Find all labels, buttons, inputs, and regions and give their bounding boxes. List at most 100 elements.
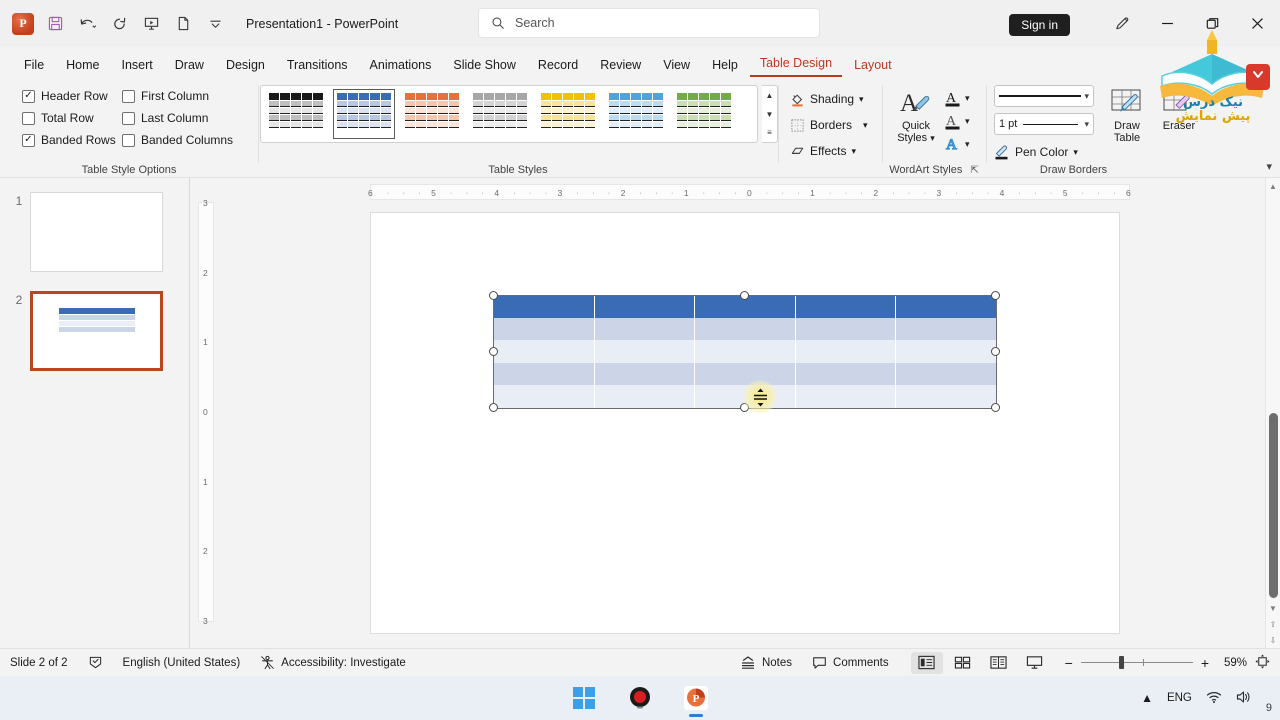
checkbox-banded-rows[interactable]: Banded Rows (22, 129, 122, 151)
quick-styles-button[interactable]: A Quick Styles ▾ (890, 87, 942, 144)
ink-pen-icon[interactable] (1100, 6, 1145, 42)
speaker-icon[interactable] (1236, 690, 1252, 707)
tab-table-design[interactable]: Table Design (749, 53, 843, 77)
eraser-button[interactable]: Eraser (1154, 87, 1204, 132)
accessibility-button[interactable]: Accessibility: Investigate (250, 652, 416, 674)
chevron-down-icon[interactable]: ▾ (965, 93, 970, 104)
table-style-swatch-style-blue[interactable] (333, 89, 395, 139)
chevron-down-icon[interactable]: ▾ (1084, 91, 1089, 102)
horizontal-ruler[interactable]: 6 · · · 5 · · · 4 · · · 3 · · · 2 · · · 1 · · · 0 · · · 1 · · · 2 · · · 3 · · ·… (368, 184, 1131, 200)
next-slide-icon[interactable]: ⇩ (1266, 632, 1280, 648)
pen-style-select[interactable]: ▾ (994, 85, 1094, 107)
tab-draw[interactable]: Draw (165, 55, 214, 77)
wordart-dialog-launcher-icon[interactable]: ⇱ (970, 165, 978, 176)
wifi-icon[interactable] (1206, 690, 1222, 707)
table-style-swatch-style-green[interactable] (673, 89, 735, 139)
slide-counter[interactable]: Slide 2 of 2 (0, 652, 78, 674)
zoom-out-button[interactable]: − (1065, 655, 1073, 671)
customize-qat-icon[interactable] (200, 9, 230, 39)
slide-sorter-button[interactable] (947, 652, 979, 674)
thumbnail-slide-2[interactable]: 2 (8, 291, 163, 371)
shading-button[interactable]: Shading ▾ (786, 86, 872, 112)
gallery-scroll-up-icon[interactable]: ▲ (762, 86, 777, 105)
resize-handle-top-center[interactable] (740, 291, 749, 300)
undo-icon[interactable] (72, 9, 102, 39)
scroll-down-icon[interactable]: ▼ (1266, 600, 1280, 616)
borders-button[interactable]: Borders ▾ (786, 112, 872, 138)
draw-table-button[interactable]: Draw Table (1101, 87, 1153, 144)
windows-start-icon[interactable] (569, 683, 599, 713)
checkbox-header-row[interactable]: Header Row (22, 85, 122, 107)
table-style-swatch-style-lightblue[interactable] (605, 89, 667, 139)
chevron-down-icon[interactable]: ▾ (1073, 147, 1078, 158)
tab-record[interactable]: Record (528, 55, 588, 77)
tab-help[interactable]: Help (702, 55, 748, 77)
chevron-down-icon[interactable]: ▾ (1084, 119, 1089, 130)
reading-view-button[interactable] (983, 652, 1015, 674)
search-input[interactable]: Search (478, 8, 820, 38)
chevron-down-icon[interactable]: ▾ (851, 146, 856, 157)
chevron-down-icon[interactable]: ▾ (859, 94, 864, 105)
table-styles-gallery[interactable] (260, 85, 758, 143)
close-button[interactable] (1235, 6, 1280, 42)
fit-to-window-icon[interactable] (1255, 653, 1270, 672)
text-outline-button[interactable]: A ▾ (944, 110, 970, 133)
chevron-down-icon[interactable]: ▾ (863, 120, 868, 131)
resize-handle-top-left[interactable] (489, 291, 498, 300)
chevron-down-icon[interactable]: ▾ (965, 139, 970, 150)
resize-handle-middle-left[interactable] (489, 347, 498, 356)
thumbnail-preview-2[interactable] (30, 291, 163, 371)
tab-insert[interactable]: Insert (112, 55, 163, 77)
restore-button[interactable] (1190, 6, 1235, 42)
zoom-level-label[interactable]: 59% (1217, 657, 1247, 669)
sign-in-button[interactable]: Sign in (1009, 14, 1070, 36)
table-style-swatch-style-yellow[interactable] (537, 89, 599, 139)
powerpoint-icon[interactable]: P (8, 9, 38, 39)
scroll-up-icon[interactable]: ▲ (1266, 178, 1280, 194)
save-icon[interactable] (40, 9, 70, 39)
resize-handle-bottom-right[interactable] (991, 403, 1000, 412)
slideshow-button[interactable] (1019, 652, 1051, 674)
slide-thumbnail-pane[interactable]: 1 2 (0, 178, 190, 648)
zoom-in-button[interactable]: + (1201, 655, 1209, 671)
checkbox-banded-columns[interactable]: Banded Columns (122, 129, 252, 151)
powerpoint-taskbar-icon[interactable]: P (681, 683, 711, 713)
tab-view[interactable]: View (653, 55, 700, 77)
text-effects-button[interactable]: A ▾ (944, 133, 970, 156)
zoom-slider[interactable] (1080, 656, 1193, 670)
new-file-icon[interactable] (168, 9, 198, 39)
spelling-status-button[interactable] (78, 652, 113, 674)
vertical-ruler[interactable]: 3 2 1 0 1 2 3 (198, 198, 214, 626)
scrollbar-thumb[interactable] (1268, 413, 1278, 598)
vertical-scrollbar[interactable]: ▲ ▼ ⇧ ⇩ (1265, 178, 1280, 648)
language-button[interactable]: English (United States) (113, 652, 251, 674)
resize-handle-bottom-left[interactable] (489, 403, 498, 412)
thumbnail-slide-1[interactable]: 1 (8, 192, 163, 272)
notes-button[interactable]: Notes (730, 652, 802, 674)
gallery-more-icon[interactable]: ≡ (762, 123, 777, 142)
tab-home[interactable]: Home (56, 55, 109, 77)
tab-design[interactable]: Design (216, 55, 275, 77)
minimize-button[interactable] (1145, 6, 1190, 42)
start-presentation-icon[interactable] (136, 9, 166, 39)
resize-handle-top-right[interactable] (991, 291, 1000, 300)
previous-slide-icon[interactable]: ⇧ (1266, 616, 1280, 632)
collapse-ribbon-icon[interactable]: ▾ (1266, 160, 1272, 173)
chevron-down-icon[interactable]: ▾ (965, 116, 970, 127)
checkbox-last-column[interactable]: Last Column (122, 107, 252, 129)
slide-canvas[interactable] (370, 212, 1120, 634)
tab-slide-show[interactable]: Slide Show (443, 55, 526, 77)
table-style-swatch-style-black[interactable] (265, 89, 327, 139)
table-style-swatch-style-gray[interactable] (469, 89, 531, 139)
tab-file[interactable]: File (14, 55, 54, 77)
tab-animations[interactable]: Animations (360, 55, 442, 77)
pen-color-button[interactable]: Pen Color ▾ (994, 141, 1094, 163)
table-style-swatch-style-orange[interactable] (401, 89, 463, 139)
pen-weight-select[interactable]: 1 pt ▾ (994, 113, 1094, 135)
gallery-scroll-down-icon[interactable]: ▼ (762, 105, 777, 124)
thumbnail-preview-1[interactable] (30, 192, 163, 272)
comments-button[interactable]: Comments (802, 652, 899, 674)
checkbox-first-column[interactable]: First Column (122, 85, 252, 107)
tab-layout[interactable]: Layout (844, 55, 902, 77)
chevron-up-icon[interactable]: ▲ (1141, 691, 1153, 705)
